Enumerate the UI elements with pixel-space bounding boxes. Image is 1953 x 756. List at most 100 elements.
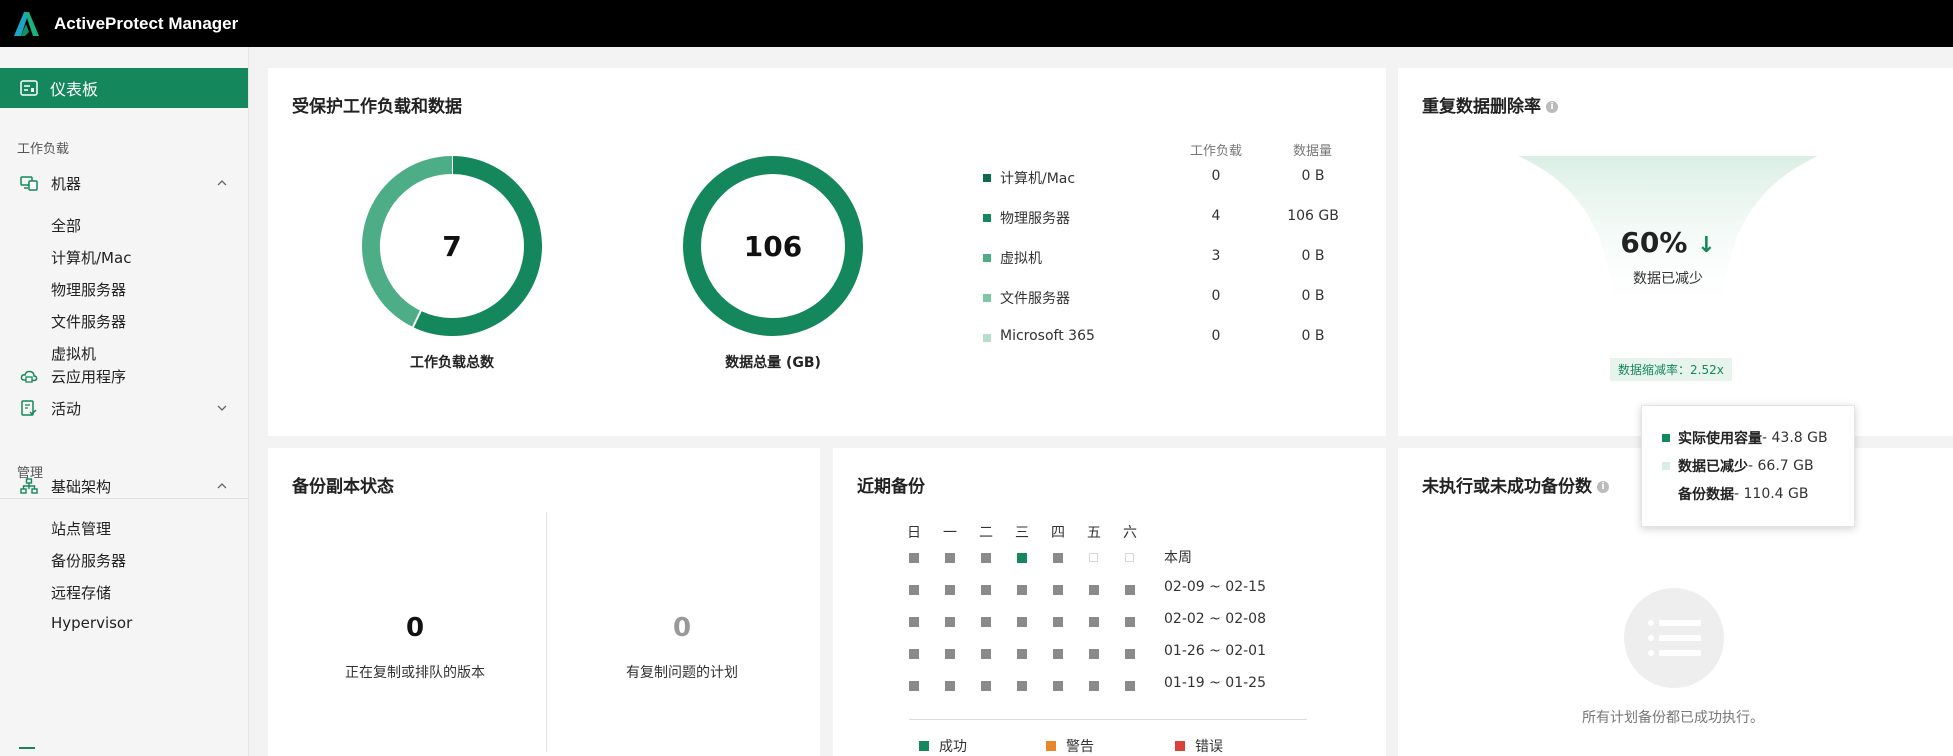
calendar-day-cell[interactable] <box>1017 617 1027 627</box>
calendar-day-cell[interactable] <box>1089 681 1099 691</box>
sidebar-item-pc-mac[interactable]: 计算机/Mac <box>51 247 131 268</box>
column-header-workload: 工作负载 <box>1190 144 1243 159</box>
replication-issue-count: 0 <box>672 613 692 643</box>
sidebar-item-activity[interactable]: 活动 <box>0 392 248 424</box>
legend-success: 成功 <box>919 736 967 756</box>
sidebar-item-label: 基础架构 <box>51 477 112 496</box>
calendar-day-cell[interactable] <box>909 617 919 627</box>
calendar-day-cell[interactable] <box>909 585 919 595</box>
tooltip-swatch <box>1662 490 1670 498</box>
sidebar-item-machines[interactable]: 机器 <box>0 167 248 199</box>
workload-type-label[interactable]: 文件服务器 <box>1000 288 1070 308</box>
calendar-day-cell[interactable] <box>1053 617 1063 627</box>
workload-type-label[interactable]: 虚拟机 <box>1000 248 1042 268</box>
workload-type-label[interactable]: 计算机/Mac <box>1000 168 1075 188</box>
calendar-day-cell[interactable] <box>1089 617 1099 627</box>
sidebar-item-backup-servers[interactable]: 备份服务器 <box>51 550 126 571</box>
calendar-day-cell[interactable] <box>1125 617 1135 627</box>
calendar-day-cell[interactable] <box>909 553 919 563</box>
calendar-day-cell[interactable] <box>981 617 991 627</box>
workload-count: 3 <box>1211 248 1221 264</box>
sidebar-item-all[interactable]: 全部 <box>51 215 81 236</box>
sidebar-item-remote-storage[interactable]: 远程存储 <box>51 582 111 603</box>
data-donut[interactable]: 106 数据总量 (GB) <box>683 156 863 371</box>
workload-type-label[interactable]: 物理服务器 <box>1000 208 1070 228</box>
calendar-day-cell[interactable] <box>1053 553 1063 563</box>
workload-donut[interactable]: 7 工作负载总数 <box>362 156 542 371</box>
calendar-day-cell[interactable] <box>945 617 955 627</box>
sidebar-item-hypervisor[interactable]: Hypervisor <box>51 614 132 632</box>
data-amount: 0 B <box>1301 168 1325 184</box>
calendar-day-cell[interactable] <box>1089 585 1099 595</box>
calendar-day-cell[interactable] <box>1017 553 1027 563</box>
calendar-day-cell[interactable] <box>1017 585 1027 595</box>
calendar-day-cell[interactable] <box>1089 553 1098 562</box>
tooltip-label: 实际使用容量 <box>1678 431 1762 447</box>
calendar-day-cell[interactable] <box>1053 649 1063 659</box>
calendar-day-cell[interactable] <box>1125 585 1135 595</box>
vertical-divider <box>546 512 547 752</box>
calendar-day-cell[interactable] <box>945 649 955 659</box>
chevron-down-icon[interactable] <box>215 401 229 415</box>
calendar-day-cell[interactable] <box>1125 681 1135 691</box>
sidebar-item-physical-server[interactable]: 物理服务器 <box>51 279 126 300</box>
calendar-day-cell[interactable] <box>945 585 955 595</box>
weekday-header: 二 <box>979 525 993 541</box>
workload-type-label[interactable]: Microsoft 365 <box>1000 328 1095 344</box>
calendar-day-cell[interactable] <box>1125 649 1135 659</box>
legend-label: 警告 <box>1066 739 1094 755</box>
calendar-day-cell[interactable] <box>981 649 991 659</box>
weekday-header: 一 <box>943 525 957 541</box>
list-icon <box>1624 588 1724 688</box>
calendar-day-cell[interactable] <box>1053 681 1063 691</box>
legend-swatch <box>919 741 929 751</box>
dedup-percent: 60% ↓ <box>1568 226 1768 259</box>
weekday-header: 四 <box>1051 525 1065 541</box>
week-label: 本周 <box>1164 550 1192 566</box>
infrastructure-icon <box>19 476 39 496</box>
calendar-day-cell[interactable] <box>981 553 991 563</box>
calendar-day-cell[interactable] <box>1089 649 1099 659</box>
failed-title: 未执行或未成功备份数 <box>1422 477 1592 497</box>
info-icon[interactable]: i <box>1546 101 1558 113</box>
calendar-day-cell[interactable] <box>981 681 991 691</box>
sidebar-item-cloud-apps[interactable]: 云应用程序 <box>0 360 248 392</box>
calendar-day-cell[interactable] <box>981 585 991 595</box>
app-title: ActiveProtect Manager <box>54 13 239 33</box>
weekday-header: 日 <box>907 525 921 541</box>
tooltip-row-backup: 备份数据 - 110.4 GB <box>1662 484 1808 504</box>
legend-swatch <box>983 214 991 222</box>
chevron-up-icon[interactable] <box>215 479 229 493</box>
legend-swatch <box>983 174 991 182</box>
calendar-day-cell[interactable] <box>945 553 955 563</box>
replication-card: 备份副本状态 0 正在复制或排队的版本 0 有复制问题的计划 <box>268 448 820 756</box>
calendar-day-cell[interactable] <box>1017 681 1027 691</box>
column-header-data: 数据量 <box>1293 144 1333 159</box>
weekday-header: 三 <box>1015 525 1029 541</box>
legend-swatch <box>983 334 991 342</box>
sidebar-item-file-server[interactable]: 文件服务器 <box>51 311 126 332</box>
sidebar-item-infrastructure[interactable]: 基础架构 <box>0 470 248 502</box>
legend-swatch <box>1175 741 1185 751</box>
tooltip-value: - 66.7 GB <box>1748 458 1814 474</box>
sidebar-item-site-management[interactable]: 站点管理 <box>51 518 111 539</box>
calendar-day-cell[interactable] <box>1053 585 1063 595</box>
calendar-day-cell[interactable] <box>945 681 955 691</box>
workload-count: 0 <box>1211 168 1221 184</box>
data-total-label: 数据总量 (GB) <box>725 355 821 371</box>
calendar-day-cell[interactable] <box>909 681 919 691</box>
legend-label: 错误 <box>1195 739 1223 755</box>
dashboard-icon <box>20 79 38 97</box>
week-label: 02-09 ~ 02-15 <box>1164 579 1266 595</box>
chevron-up-icon[interactable] <box>215 176 229 190</box>
calendar-day-cell[interactable] <box>1125 553 1134 562</box>
calendar-day-cell[interactable] <box>909 649 919 659</box>
week-label: 01-19 ~ 01-25 <box>1164 675 1266 691</box>
legend-divider <box>909 719 1307 720</box>
info-icon[interactable]: i <box>1597 481 1609 493</box>
calendar-day-cell[interactable] <box>1017 649 1027 659</box>
sidebar: 仪表板 工作负载 机器 全部 计算机/Mac 物理服务器 文件服务器 虚拟机 云… <box>0 47 249 756</box>
dedup-card: 重复数据删除率 i 60% ↓ 数据已减少 数据缩减率：2.52x <box>1398 68 1953 436</box>
tooltip-row-actual: 实际使用容量 - 43.8 GB <box>1662 428 1828 448</box>
sidebar-item-dashboard[interactable]: 仪表板 <box>0 68 248 108</box>
